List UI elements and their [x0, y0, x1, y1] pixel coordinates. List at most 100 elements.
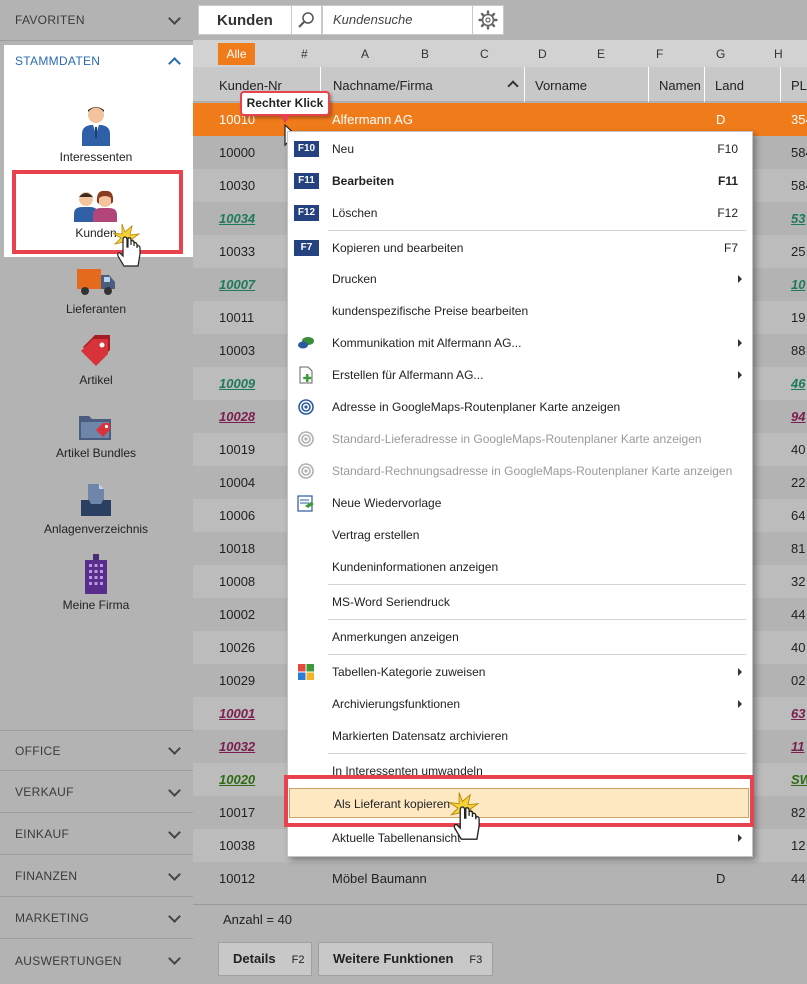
details-shortcut: F2: [291, 954, 305, 966]
menu-item-loeschen[interactable]: F12 Löschen F12: [288, 197, 752, 229]
section-favoriten[interactable]: FAVORITEN: [0, 0, 193, 41]
truck-icon: [77, 269, 115, 295]
gear-icon: [478, 10, 498, 30]
menu-item-lieferadresse-maps[interactable]: Standard-Lieferadresse in GoogleMaps-Rou…: [288, 423, 752, 455]
section-label: MARKETING: [15, 911, 90, 925]
menu-item-seriendruck[interactable]: MS-Word Seriendruck: [288, 586, 752, 618]
section-verkauf[interactable]: VERKAUF: [0, 772, 193, 813]
cell-pl: 354: [791, 112, 807, 127]
menu-item-adresse-maps[interactable]: Adresse in GoogleMaps-Routenplaner Karte…: [288, 391, 752, 423]
category-tiles-icon: [298, 664, 314, 680]
nav-item-meine-firma[interactable]: Meine Firma: [21, 554, 171, 612]
menu-separator: [328, 584, 746, 585]
menu-item-kopieren-bearbeiten[interactable]: F7 Kopieren und bearbeiten F7: [288, 232, 752, 264]
letter-filter[interactable]: A: [361, 47, 369, 61]
context-menu: F10 Neu F10 F11 Bearbeiten F11 F12 Lösch…: [287, 131, 753, 857]
nav-item-anlagenverzeichnis[interactable]: Anlagenverzeichnis: [21, 482, 171, 536]
cell-pl: 63: [791, 706, 806, 721]
letter-filter[interactable]: D: [538, 47, 547, 61]
column-header-vorname[interactable]: Vorname: [525, 67, 649, 102]
nav-item-interessenten[interactable]: Interessenten: [21, 104, 171, 164]
submenu-arrow-icon: [738, 371, 742, 379]
menu-item-label: Standard-Lieferadresse in GoogleMaps-Rou…: [332, 432, 702, 446]
letter-filter[interactable]: E: [597, 47, 605, 61]
section-auswertungen[interactable]: AUSWERTUNGEN: [0, 940, 193, 981]
search-button[interactable]: [291, 5, 322, 35]
menu-item-kundeninformationen[interactable]: Kundeninformationen anzeigen: [288, 551, 752, 583]
menu-item-label: Neue Wiedervorlage: [332, 496, 442, 510]
section-einkauf[interactable]: EINKAUF: [0, 814, 193, 855]
letter-filter-bar: Alle # A B C D E F G H: [193, 40, 807, 67]
nav-item-artikel-bundles[interactable]: Artikel Bundles: [21, 410, 171, 460]
chevron-down-icon: [168, 11, 181, 25]
menu-item-erstellen[interactable]: Erstellen für Alfermann AG...: [288, 359, 752, 391]
menu-item-rechnungsadresse-maps[interactable]: Standard-Rechnungsadresse in GoogleMaps-…: [288, 455, 752, 487]
person-icon: [82, 107, 110, 146]
section-marketing[interactable]: MARKETING: [0, 898, 193, 939]
column-header-pl[interactable]: PL: [781, 67, 807, 102]
column-header-label: Nachname/Firma: [333, 78, 433, 93]
more-functions-button[interactable]: Weitere Funktionen F3: [318, 942, 493, 976]
menu-item-archivierungsfunktionen[interactable]: Archivierungsfunktionen: [288, 688, 752, 720]
cell-pl: 64: [791, 508, 806, 523]
letter-filter[interactable]: #: [301, 47, 308, 61]
kunden-highlight-frame: [12, 170, 183, 254]
nav-item-lieferanten[interactable]: Lieferanten: [21, 266, 171, 316]
menu-item-archivieren[interactable]: Markierten Datensatz archivieren: [288, 720, 752, 752]
section-finanzen[interactable]: FINANZEN: [0, 856, 193, 897]
cell-pl: 44: [791, 871, 806, 886]
search-settings-button[interactable]: [472, 5, 504, 35]
f12-key-icon: F12: [294, 205, 319, 221]
menu-item-tabellen-kategorie[interactable]: Tabellen-Kategorie zuweisen: [288, 656, 752, 688]
letter-filter[interactable]: G: [716, 47, 725, 61]
section-label: AUSWERTUNGEN: [15, 953, 122, 968]
column-header-namen[interactable]: Namen: [649, 67, 705, 102]
chevron-up-icon: [168, 56, 181, 70]
section-label: OFFICE: [15, 743, 61, 758]
nav-item-artikel[interactable]: Artikel: [21, 333, 171, 387]
menu-item-label: Anmerkungen anzeigen: [332, 630, 459, 644]
menu-shortcut: F12: [717, 206, 738, 220]
reminder-icon: [297, 495, 314, 512]
menu-item-drucken[interactable]: Drucken: [288, 263, 752, 295]
menu-item-label: Standard-Rechnungsadresse in GoogleMaps-…: [332, 464, 733, 478]
menu-item-anmerkungen[interactable]: Anmerkungen anzeigen: [288, 621, 752, 653]
f11-key-icon: F11: [294, 173, 319, 189]
cell-pl: 10: [791, 277, 806, 292]
search-icon: [298, 12, 314, 28]
menu-shortcut: F11: [717, 174, 738, 188]
target-icon: [298, 431, 314, 447]
letter-filter[interactable]: B: [421, 47, 429, 61]
right-click-tooltip: Rechter Klick: [240, 91, 330, 116]
menu-item-vertrag[interactable]: Vertrag erstellen: [288, 519, 752, 551]
nav-item-label: Artikel: [79, 373, 113, 387]
menu-item-label: Kundeninformationen anzeigen: [332, 560, 499, 574]
column-header-nachname[interactable]: Nachname/Firma: [321, 67, 525, 102]
letter-filter-all[interactable]: Alle: [218, 43, 255, 65]
menu-item-label: Bearbeiten: [332, 174, 395, 188]
menu-item-kommunikation[interactable]: Kommunikation mit Alfermann AG...: [288, 327, 752, 359]
menu-item-label: Adresse in GoogleMaps-Routenplaner Karte…: [332, 400, 621, 414]
menu-item-label: MS-Word Seriendruck: [332, 595, 450, 609]
section-office[interactable]: OFFICE: [0, 730, 193, 771]
cell-pl: 40: [791, 442, 806, 457]
new-document-icon: [299, 366, 313, 384]
menu-item-neu[interactable]: F10 Neu F10: [288, 133, 752, 165]
footer-toolbar: Details F2 Weitere Funktionen F3: [193, 934, 807, 984]
menu-item-bearbeiten[interactable]: F11 Bearbeiten F11: [288, 165, 752, 197]
letter-filter[interactable]: F: [656, 47, 663, 61]
column-header-land[interactable]: Land: [705, 67, 781, 102]
menu-item-preise[interactable]: kundenspezifische Preise bearbeiten: [288, 295, 752, 327]
menu-item-wiedervorlage[interactable]: Neue Wiedervorlage: [288, 487, 752, 519]
menu-item-label: Tabellen-Kategorie zuweisen: [332, 665, 486, 679]
table-row[interactable]: 10012 Möbel Baumann D 44: [193, 862, 807, 895]
menu-shortcut: F10: [717, 142, 738, 156]
cell-kunden-nr: 10012: [219, 871, 256, 886]
details-button[interactable]: Details F2: [218, 942, 312, 976]
cell-pl: 88: [791, 343, 806, 358]
menu-separator: [328, 654, 746, 655]
letter-filter[interactable]: H: [774, 47, 783, 61]
submenu-arrow-icon: [738, 834, 742, 842]
letter-filter[interactable]: C: [480, 47, 489, 61]
section-stammdaten[interactable]: STAMMDATEN: [4, 45, 193, 77]
